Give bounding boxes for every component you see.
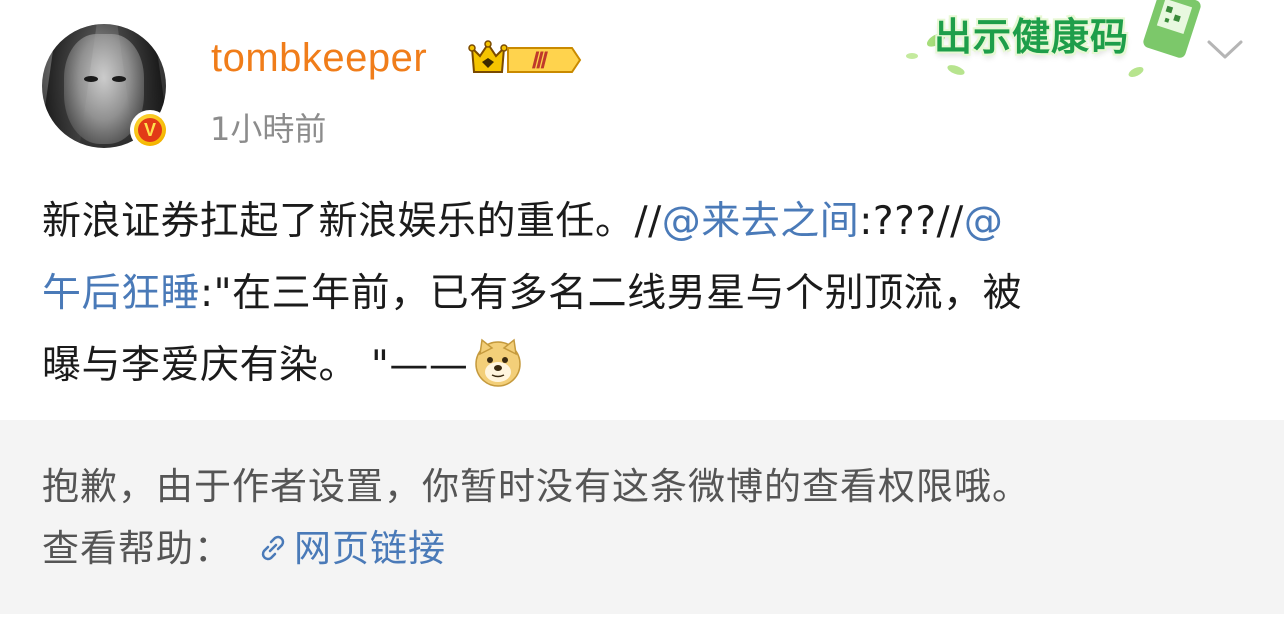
content-line-1: 新浪证券扛起了新浪娱乐的重任。//@来去之间:???//@ (42, 186, 1242, 258)
web-link[interactable]: 网页链接 (256, 527, 446, 570)
mention-link[interactable]: 午后狂睡 (42, 271, 200, 316)
post-content: 新浪证券扛起了新浪娱乐的重任。//@来去之间:???//@ 午后狂睡:"在三年前… (42, 186, 1242, 402)
health-code-text[interactable]: 出示健康码 (934, 6, 1129, 61)
notice-help-row: 查看帮助： 网页链接 (42, 518, 446, 572)
verified-badge-icon: V (130, 110, 170, 150)
post-timestamp: 1小時前 (210, 110, 327, 148)
chevron-down-icon[interactable] (1206, 38, 1244, 62)
doge-emoji-icon (475, 338, 522, 387)
content-text: :"在三年前，已有多名二线男星与个别顶流，被 (200, 271, 1023, 316)
permission-notice (0, 420, 1284, 614)
mention-link[interactable]: @ (964, 199, 1004, 244)
web-link-label[interactable]: 网页链接 (294, 527, 446, 570)
mention-link[interactable]: @来去之间 (662, 199, 860, 244)
content-text: :???// (859, 199, 964, 244)
help-label: 查看帮助： (42, 527, 232, 570)
content-text: 新浪证券扛起了新浪娱乐的重任。// (42, 199, 662, 244)
content-line-2: 午后狂睡:"在三年前，已有多名二线男星与个别顶流，被 (42, 258, 1242, 330)
content-text: 曝与李爱庆有染。 "—— (42, 343, 469, 388)
member-crown-icon[interactable]: Ⅲ (468, 38, 584, 80)
username[interactable]: tombkeeper (211, 36, 427, 81)
content-line-3: 曝与李爱庆有染。 "—— (42, 330, 1242, 402)
link-icon (261, 535, 285, 561)
notice-message: 抱歉，由于作者设置，你暂时没有这条微博的查看权限哦。 (42, 465, 1030, 508)
